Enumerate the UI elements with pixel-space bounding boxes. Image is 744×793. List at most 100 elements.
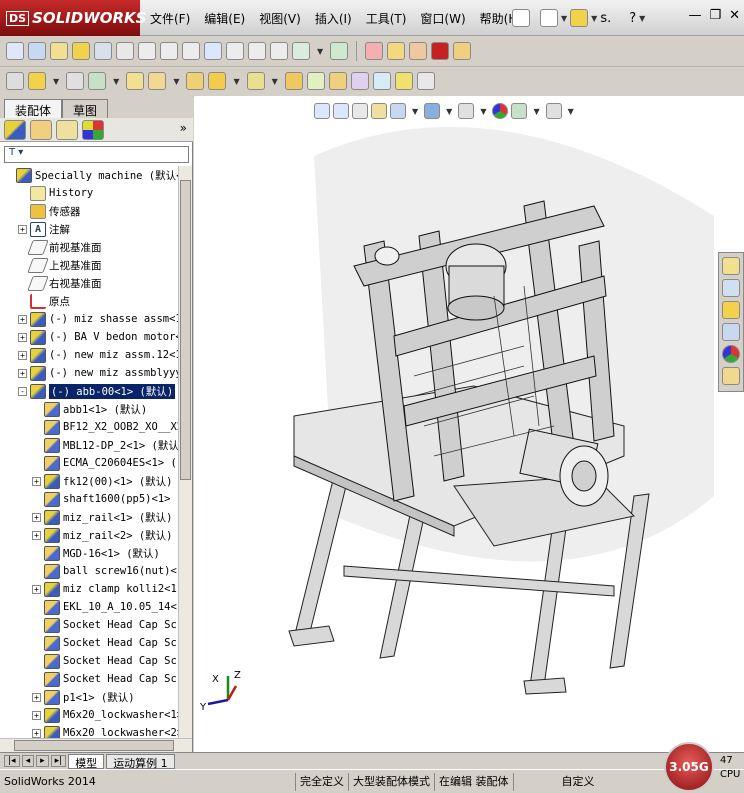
explode-icon[interactable] — [365, 42, 384, 60]
check-icon-2[interactable] — [160, 42, 178, 60]
mass-properties-icon[interactable] — [116, 42, 134, 60]
measure-icon[interactable] — [94, 42, 112, 60]
tree-item[interactable]: BF12_X2_OOB2_XO__X2 — [0, 418, 178, 436]
chevron-down-icon[interactable]: ▼ — [173, 77, 179, 86]
chevron-down-icon[interactable]: ▼ — [317, 47, 323, 56]
tree-item[interactable]: Socket Head Cap Scr — [0, 616, 178, 634]
tree-item[interactable]: History — [0, 184, 178, 202]
note-icon[interactable] — [28, 42, 46, 60]
tree-item[interactable]: EKL_10_A_10.05_14<1 — [0, 598, 178, 616]
expand-icon[interactable]: + — [32, 476, 41, 486]
spell-check-icon[interactable] — [6, 42, 24, 60]
tree-item[interactable]: + A 注解 — [0, 220, 178, 238]
expand-icon[interactable]: + — [32, 728, 41, 738]
new-document-icon[interactable] — [540, 9, 558, 27]
tree-filter[interactable]: T ▾ — [4, 146, 189, 163]
tree-item[interactable]: Socket Head Cap Scr — [0, 634, 178, 652]
chevron-down-icon[interactable]: ▼ — [53, 77, 59, 86]
expand-icon[interactable]: + — [18, 224, 27, 234]
tree-item[interactable]: + (-) miz shasse assm<1> — [0, 310, 178, 328]
tree-item[interactable]: Specially machine (默认< — [0, 166, 178, 184]
compare-icon[interactable] — [292, 42, 310, 60]
scroll-thumb[interactable] — [180, 180, 191, 480]
expand-icon[interactable]: + — [18, 350, 27, 360]
chevron-down-icon[interactable]: ▼ — [113, 77, 119, 86]
tree-item[interactable]: MGD-16<1> (默认) — [0, 544, 178, 562]
machine-3d-model[interactable]: Z X Y — [194, 96, 744, 752]
interference-icon[interactable] — [226, 42, 244, 60]
expand-chevron-icon[interactable]: » — [180, 121, 187, 135]
tree-item[interactable]: + miz clamp kolli2<1 — [0, 580, 178, 598]
prev-tab-icon[interactable]: ◂ — [21, 755, 35, 767]
rotate-component-icon[interactable] — [148, 72, 167, 90]
next-tab-icon[interactable]: ▸ — [36, 755, 49, 767]
resources-icon[interactable] — [722, 257, 740, 275]
chevron-down-icon[interactable]: ▼ — [639, 14, 645, 23]
status-custom[interactable]: 自定义 — [558, 773, 599, 791]
check-icon[interactable] — [138, 42, 156, 60]
expand-icon[interactable]: + — [32, 512, 41, 522]
graphics-area[interactable]: ▼ ▼ ▼ ▼ ▼ Z X Y — [194, 96, 744, 752]
last-tab-icon[interactable]: ▸| — [50, 755, 67, 767]
exploded-view-icon[interactable] — [328, 72, 347, 90]
menu-window[interactable]: 窗口(W) — [420, 10, 465, 27]
expand-icon[interactable]: + — [18, 368, 27, 378]
menu-tools[interactable]: 工具(T) — [366, 10, 407, 27]
open-folder-icon[interactable] — [570, 9, 589, 27]
tree-item[interactable]: ECMA_C20604ES<1> ( — [0, 454, 178, 472]
menu-edit[interactable]: 编辑(E) — [204, 10, 245, 27]
close-icon[interactable]: ✕ — [729, 8, 740, 23]
expand-icon[interactable]: + — [32, 710, 41, 720]
tree-item[interactable]: Socket Head Cap Scr — [0, 670, 178, 688]
take-snapshot-icon[interactable] — [416, 72, 435, 90]
sum-icon[interactable] — [204, 42, 222, 60]
view-palette-icon[interactable] — [722, 323, 740, 341]
feature-manager-icon[interactable] — [4, 119, 26, 140]
tree-item[interactable]: 传感器 — [0, 202, 178, 220]
tree-item[interactable]: + miz_rail<2> (默认) — [0, 526, 178, 544]
appearance-icon[interactable] — [431, 42, 450, 60]
tree-item[interactable]: - (-) abb-00<1> (默认) — [0, 382, 178, 400]
tab-motion-study[interactable]: 运动算例 1 — [106, 753, 175, 770]
open-folder-icon[interactable] — [72, 42, 90, 60]
tree-item[interactable]: + M6x20 lockwasher<2> — [0, 724, 178, 738]
hole-alignment-icon[interactable] — [270, 42, 288, 60]
custom-properties-icon[interactable] — [722, 367, 740, 385]
search-abbrev[interactable]: s. — [600, 11, 611, 26]
design-library-icon[interactable] — [722, 279, 740, 297]
tree-item[interactable]: Socket Head Cap Scr — [0, 652, 178, 670]
menu-insert[interactable]: 插入(I) — [315, 10, 352, 27]
tab-sketch[interactable]: 草图 — [62, 99, 109, 118]
balloon-icon[interactable] — [50, 42, 68, 60]
toolbox-icon[interactable] — [409, 42, 428, 60]
new-part-icon[interactable] — [28, 72, 46, 90]
mate-icon[interactable] — [66, 72, 85, 90]
new-motion-study-icon[interactable] — [284, 72, 303, 90]
expand-icon[interactable]: + — [32, 530, 41, 540]
expand-icon[interactable]: + — [18, 314, 27, 324]
tree-item[interactable]: 右视基准面 — [0, 274, 178, 292]
display-manager-icon[interactable] — [82, 119, 104, 140]
tree-item[interactable]: + (-) new miz assmblyyy< — [0, 364, 178, 382]
expand-icon[interactable]: + — [32, 692, 41, 702]
tree-item[interactable]: abb1<1> (默认) — [0, 400, 178, 418]
collapse-icon[interactable]: - — [18, 386, 27, 396]
property-manager-icon[interactable] — [30, 119, 52, 140]
tree-horizontal-scrollbar[interactable] — [0, 738, 192, 752]
tree-vertical-scrollbar[interactable] — [178, 166, 192, 738]
tree-item[interactable]: 上视基准面 — [0, 256, 178, 274]
first-tab-icon[interactable]: |◂ — [4, 755, 20, 767]
bill-of-materials-icon[interactable] — [306, 72, 325, 90]
file-explorer-icon[interactable] — [722, 301, 740, 319]
tree-item[interactable]: + miz_rail<1> (默认) — [0, 508, 178, 526]
tree-item[interactable]: MBL12-DP_2<1> (默认 — [0, 436, 178, 454]
smart-fasteners-icon[interactable] — [186, 72, 205, 90]
linear-pattern-icon[interactable] — [88, 72, 107, 90]
menu-file[interactable]: 文件(F) — [150, 10, 190, 27]
menu-view[interactable]: 视图(V) — [259, 10, 301, 27]
tab-assembly[interactable]: 装配体 — [4, 99, 63, 118]
restore-icon[interactable]: ❐ — [709, 8, 721, 23]
chevron-down-icon[interactable]: ▼ — [591, 14, 597, 23]
insert-component-icon[interactable] — [6, 72, 24, 90]
tree-item[interactable]: 前视基准面 — [0, 238, 178, 256]
